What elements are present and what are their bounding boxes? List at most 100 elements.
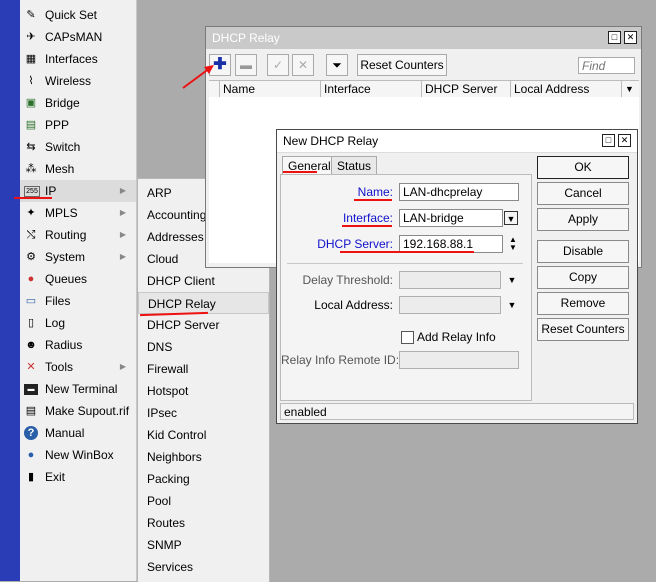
check-icon: ✓	[272, 58, 284, 72]
menu-item-mesh[interactable]: ⁂ Mesh	[20, 158, 136, 180]
submenu-item-dhcp-relay[interactable]: DHCP Relay	[138, 292, 269, 314]
column-local-address[interactable]: Local Address	[510, 81, 619, 97]
submenu-item-dhcp-client[interactable]: DHCP Client	[138, 270, 269, 292]
interface-field[interactable]: LAN-bridge	[399, 209, 503, 227]
submenu-item-dns[interactable]: DNS	[138, 336, 269, 358]
interface-dropdown-icon[interactable]: ▼	[504, 211, 518, 225]
menu-item-bridge[interactable]: ▣ Bridge	[20, 92, 136, 114]
column-name[interactable]: Name	[219, 81, 319, 97]
ok-button[interactable]: OK	[537, 156, 629, 179]
submenu-item-ipsec[interactable]: IPsec	[138, 402, 269, 424]
submenu-item-snmp[interactable]: SNMP	[138, 534, 269, 556]
wireless-icon: ⌇	[28, 75, 34, 87]
new-dhcp-relay-titlebar[interactable]: New DHCP Relay □ ✕	[277, 130, 637, 153]
close-icon[interactable]: ✕	[618, 134, 631, 147]
reset-counters-button[interactable]: Reset Counters	[537, 318, 629, 341]
close-icon[interactable]: ✕	[624, 31, 637, 44]
disable-button[interactable]: Disable	[537, 240, 629, 263]
submenu-item-dhcp-server[interactable]: DHCP Server	[138, 314, 269, 336]
submenu-item-hotspot[interactable]: Hotspot	[138, 380, 269, 402]
bridge-icon: ▣	[25, 97, 37, 109]
dhcp-server-stepper-icon[interactable]: ▲ ▼	[506, 236, 520, 252]
annotation-underline-dhcp-server	[340, 251, 474, 253]
local-address-dropdown-icon[interactable]: ▼	[505, 298, 519, 312]
submenu-arrow-icon: ▶	[119, 208, 126, 217]
queues-icon: ●	[27, 273, 35, 285]
tools-icon: ✕	[26, 361, 36, 373]
menu-item-interfaces[interactable]: ▦ Interfaces	[20, 48, 136, 70]
radius-icon: ☻	[25, 339, 37, 351]
main-menu: ✎ Quick Set ✈ CAPsMAN ▦ Interfaces ⌇ Wireles…	[20, 0, 137, 581]
menu-item-routing[interactable]: ⤭ Routing ▶	[20, 224, 136, 246]
remove-button[interactable]: ▬	[235, 54, 257, 76]
menu-item-wireless[interactable]: ⌇ Wireless	[20, 70, 136, 92]
filter-icon: ⏷	[332, 58, 342, 72]
capsman-icon: ✈	[26, 31, 36, 43]
mpls-icon: ✦	[26, 207, 36, 219]
remove-button[interactable]: Remove	[537, 292, 629, 315]
maximize-icon[interactable]: □	[602, 134, 615, 147]
manual-icon: ?	[24, 426, 38, 440]
add-relay-info-label: Add Relay Info	[417, 330, 496, 344]
add-relay-info-checkbox[interactable]	[401, 331, 414, 344]
menu-item-new-terminal[interactable]: ▬ New Terminal	[20, 378, 136, 400]
cancel-button[interactable]: Cancel	[537, 182, 629, 205]
menu-item-files[interactable]: ▭ Files	[20, 290, 136, 312]
copy-button[interactable]: Copy	[537, 266, 629, 289]
system-icon: ⚙	[26, 251, 36, 263]
menu-item-manual[interactable]: ? Manual	[20, 422, 136, 444]
delay-threshold-label: Delay Threshold:	[302, 273, 394, 287]
annotation-underline-interface	[342, 225, 392, 227]
submenu-item-routes[interactable]: Routes	[138, 512, 269, 534]
annotation-underline-general-tab	[283, 171, 317, 173]
menu-item-make-supout[interactable]: ▤ Make Supout.rif	[20, 400, 136, 422]
reset-counters-button[interactable]: Reset Counters	[357, 54, 447, 76]
submenu-item-firewall[interactable]: Firewall	[138, 358, 269, 380]
window-title: DHCP Relay	[212, 31, 280, 45]
routing-icon: ⤭	[26, 229, 36, 241]
column-interface[interactable]: Interface	[320, 81, 420, 97]
interfaces-icon: ▦	[25, 53, 37, 65]
menu-item-quick-set[interactable]: ✎ Quick Set	[20, 4, 136, 26]
disable-button[interactable]: ✕	[292, 54, 314, 76]
menu-item-switch[interactable]: ⇆ Switch	[20, 136, 136, 158]
menu-item-queues[interactable]: ● Queues	[20, 268, 136, 290]
annotation-underline-ip	[14, 197, 52, 199]
winbox-side-strip	[0, 0, 20, 581]
tab-status[interactable]: Status	[331, 156, 378, 175]
apply-button[interactable]: Apply	[537, 208, 629, 231]
menu-item-log[interactable]: ▯ Log	[20, 312, 136, 334]
submenu-item-services[interactable]: Services	[138, 556, 269, 578]
relay-info-remote-id-field[interactable]	[399, 351, 519, 369]
find-input[interactable]	[578, 57, 635, 74]
menu-item-exit[interactable]: ▮ Exit	[20, 466, 136, 488]
column-menu-dropdown-icon[interactable]: ▼	[621, 81, 639, 97]
tab-general[interactable]: General	[282, 156, 337, 176]
maximize-icon[interactable]: □	[608, 31, 621, 44]
ip-icon: 255	[24, 186, 40, 197]
wrench-icon: ✎	[26, 9, 36, 21]
column-dhcp-server[interactable]: DHCP Server	[421, 81, 509, 97]
local-address-field[interactable]	[399, 296, 501, 314]
name-field[interactable]: LAN-dhcprelay	[399, 183, 519, 201]
filter-button[interactable]: ⏷	[326, 54, 348, 76]
submenu-item-pool[interactable]: Pool	[138, 490, 269, 512]
switch-icon: ⇆	[26, 141, 36, 153]
menu-item-capsman[interactable]: ✈ CAPsMAN	[20, 26, 136, 48]
submenu-item-kid-control[interactable]: Kid Control	[138, 424, 269, 446]
menu-item-mpls[interactable]: ✦ MPLS ▶	[20, 202, 136, 224]
menu-item-ppp[interactable]: ▤ PPP	[20, 114, 136, 136]
delay-threshold-field[interactable]	[399, 271, 501, 289]
menu-item-new-winbox[interactable]: ● New WinBox	[20, 444, 136, 466]
new-dhcp-relay-dialog: New DHCP Relay □ ✕ General Status Name: …	[276, 129, 638, 424]
minus-icon: ▬	[240, 58, 252, 72]
menu-item-radius[interactable]: ☻ Radius	[20, 334, 136, 356]
menu-item-system[interactable]: ⚙ System ▶	[20, 246, 136, 268]
submenu-item-neighbors[interactable]: Neighbors	[138, 446, 269, 468]
menu-item-tools[interactable]: ✕ Tools ▶	[20, 356, 136, 378]
delay-threshold-dropdown-icon[interactable]: ▼	[505, 273, 519, 287]
submenu-item-packing[interactable]: Packing	[138, 468, 269, 490]
dhcp-relay-titlebar[interactable]: DHCP Relay □ ✕	[206, 27, 641, 49]
enable-button[interactable]: ✓	[267, 54, 289, 76]
ppp-icon: ▤	[25, 119, 37, 131]
